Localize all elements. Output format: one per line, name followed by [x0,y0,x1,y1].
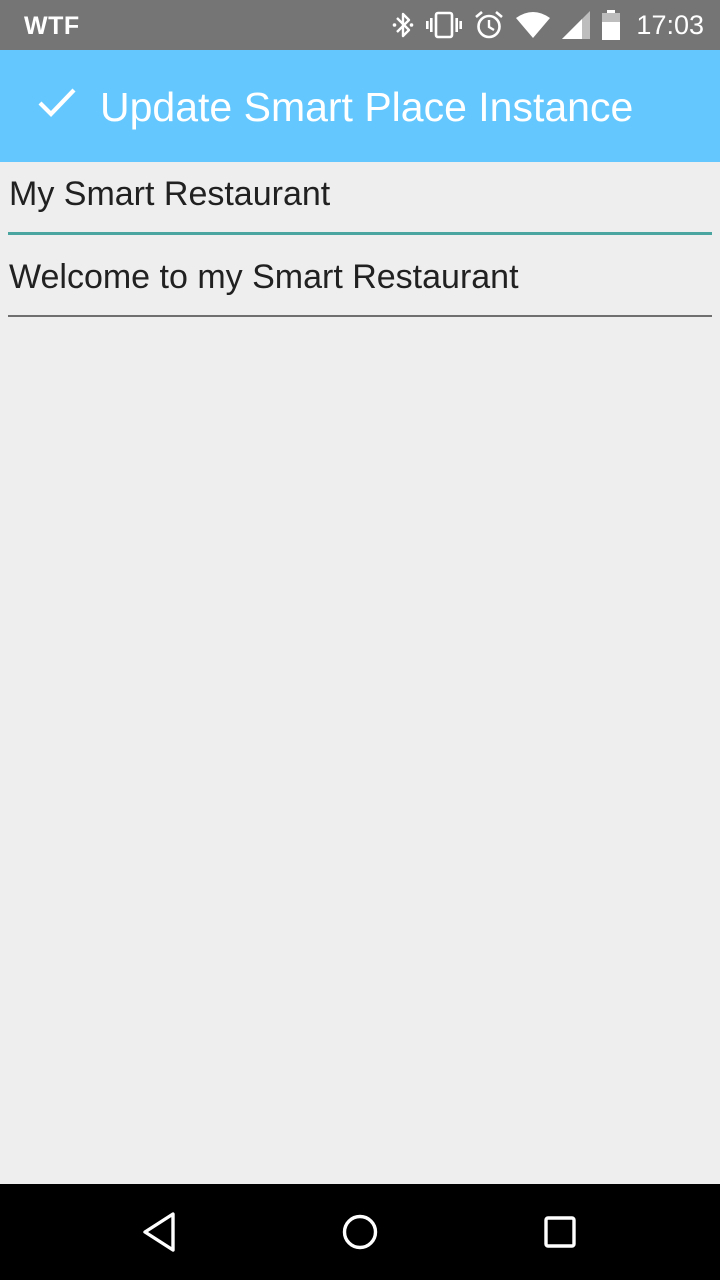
carrier-label: WTF [24,12,80,40]
back-icon[interactable] [136,1208,184,1256]
page-title: Update Smart Place Instance [100,84,634,130]
description-field[interactable]: Welcome to my Smart Restaurant [8,258,712,320]
check-icon[interactable] [36,84,78,120]
app-bar: Update Smart Place Instance [0,50,720,162]
cell-signal-icon [562,11,591,39]
description-field-underline [8,315,712,317]
description-field-value[interactable]: Welcome to my Smart Restaurant [9,258,519,297]
name-field-value[interactable]: My Smart Restaurant [9,175,330,214]
battery-icon [602,10,621,40]
alarm-icon [474,10,504,40]
name-field[interactable]: My Smart Restaurant [8,175,712,237]
navigation-bar [0,1184,720,1280]
home-icon[interactable] [336,1208,384,1256]
recents-icon[interactable] [536,1208,584,1256]
wifi-icon [516,12,551,38]
status-bar: WTF 17:03 [0,0,720,50]
name-field-underline [8,232,712,235]
vibrate-icon [426,11,463,39]
clock: 17:03 [636,10,704,40]
status-icons: 17:03 [392,0,704,50]
bluetooth-icon [392,10,414,40]
